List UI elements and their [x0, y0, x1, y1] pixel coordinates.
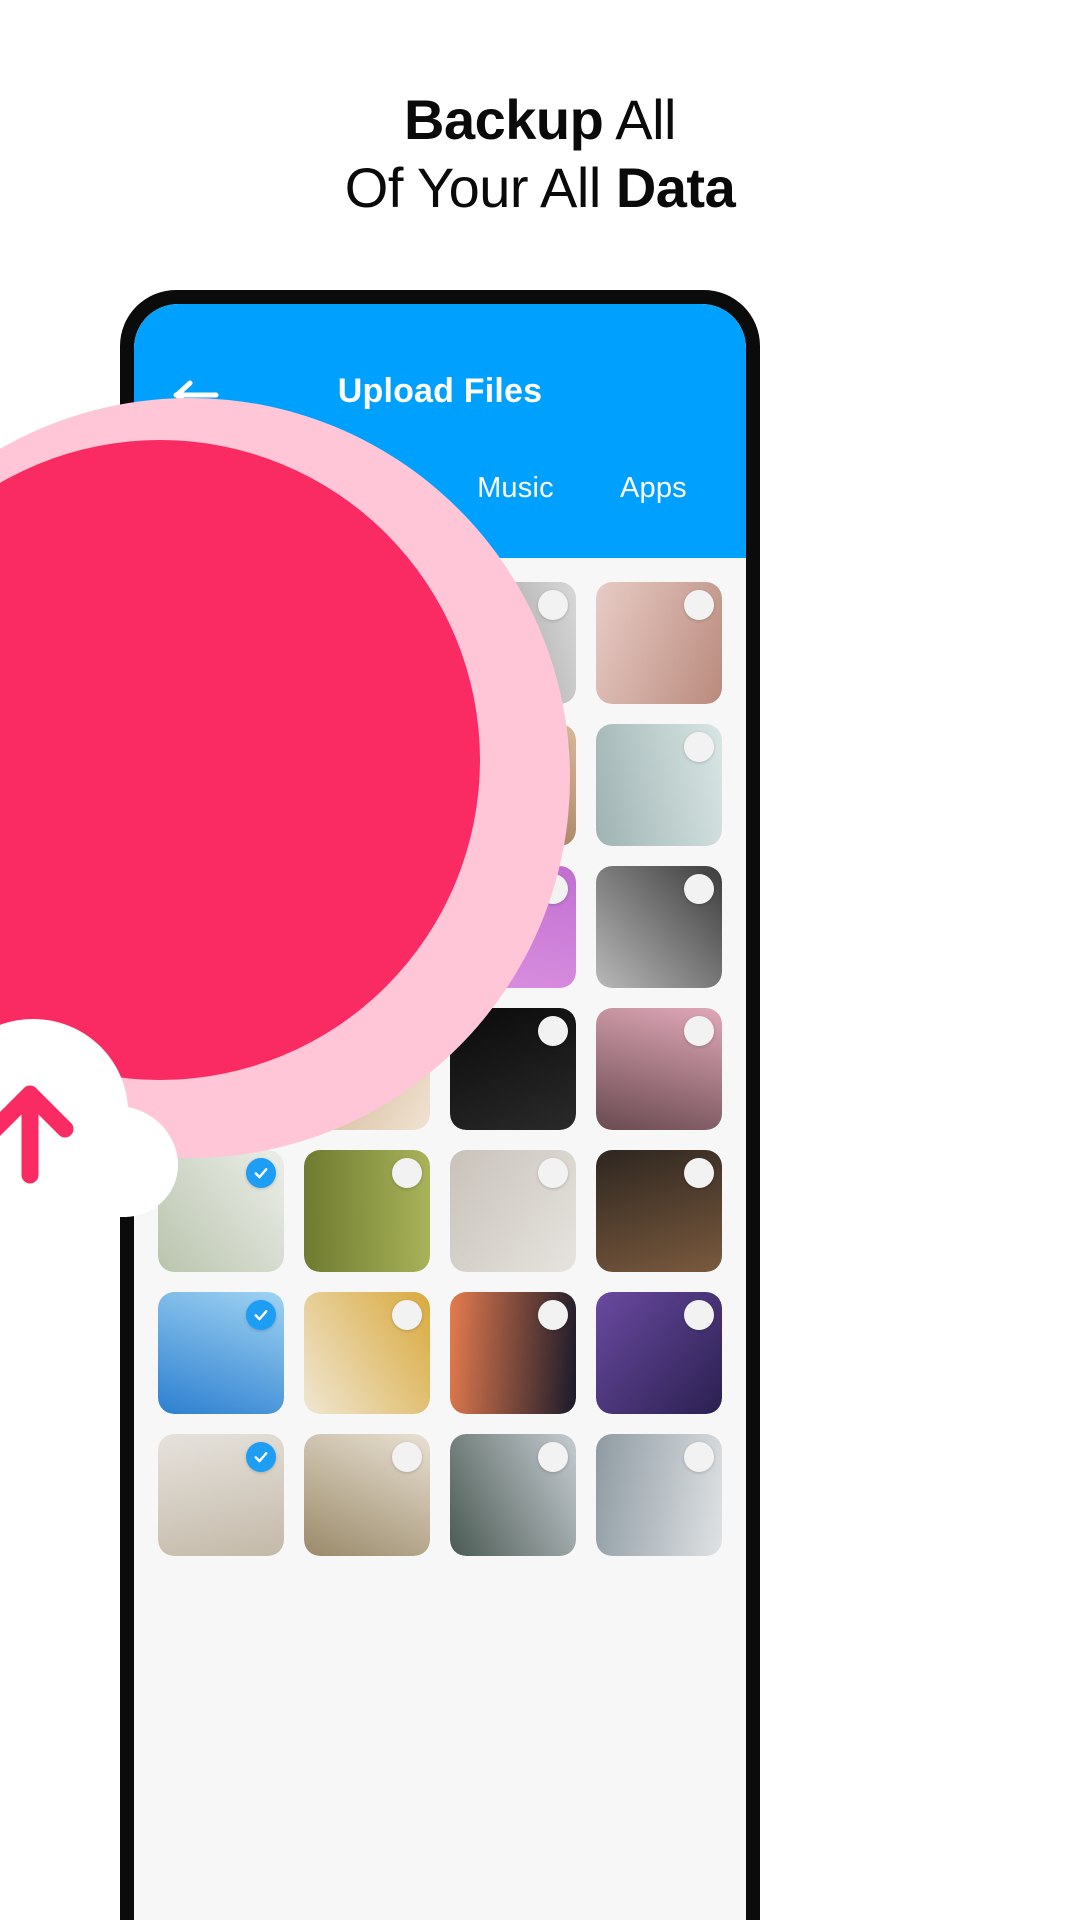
photo-cell[interactable] [158, 1434, 284, 1556]
circle-icon[interactable] [684, 732, 714, 762]
photo-cell[interactable] [596, 1292, 722, 1414]
photo-cell[interactable] [596, 724, 722, 846]
page-root: Backup All Of Your All Data Upload Files… [0, 0, 1080, 1920]
photo-cell[interactable] [596, 866, 722, 988]
tab-apps[interactable]: Apps [618, 468, 689, 509]
photo-cell[interactable] [596, 1434, 722, 1556]
headline-line-2: Of Your All Data [0, 154, 1080, 222]
photo-cell[interactable] [450, 1292, 576, 1414]
circle-icon[interactable] [684, 590, 714, 620]
photo-cell[interactable] [304, 1434, 430, 1556]
headline-word-backup: Backup [404, 88, 604, 151]
photo-cell[interactable] [304, 1292, 430, 1414]
tab-music[interactable]: Music [475, 468, 556, 509]
circle-icon[interactable] [392, 1158, 422, 1188]
circle-icon[interactable] [538, 1016, 568, 1046]
photo-cell[interactable] [596, 1150, 722, 1272]
circle-icon[interactable] [684, 1158, 714, 1188]
circle-icon[interactable] [684, 1016, 714, 1046]
check-icon[interactable] [246, 1300, 276, 1330]
circle-icon[interactable] [538, 1442, 568, 1472]
circle-icon[interactable] [538, 590, 568, 620]
photo-cell[interactable] [596, 1008, 722, 1130]
circle-icon[interactable] [538, 1158, 568, 1188]
headline-word-data: Data [615, 156, 736, 219]
cloud-upload-icon [0, 995, 180, 1225]
check-icon[interactable] [246, 1158, 276, 1188]
circle-icon[interactable] [684, 1300, 714, 1330]
circle-icon[interactable] [392, 1442, 422, 1472]
check-icon[interactable] [246, 1442, 276, 1472]
photo-cell[interactable] [450, 1434, 576, 1556]
photo-cell[interactable] [304, 1150, 430, 1272]
photo-cell[interactable] [596, 582, 722, 704]
circle-icon[interactable] [538, 1300, 568, 1330]
circle-icon[interactable] [684, 1442, 714, 1472]
circle-icon[interactable] [684, 874, 714, 904]
circle-icon[interactable] [392, 1300, 422, 1330]
photo-cell[interactable] [158, 1292, 284, 1414]
page-title: Backup All Of Your All Data [0, 86, 1080, 222]
headline-phrase-of-your-all: Of Your All [344, 156, 616, 219]
photo-cell[interactable] [450, 1150, 576, 1272]
headline-line-1: Backup All [0, 86, 1080, 154]
headline-word-all: All [603, 88, 676, 151]
